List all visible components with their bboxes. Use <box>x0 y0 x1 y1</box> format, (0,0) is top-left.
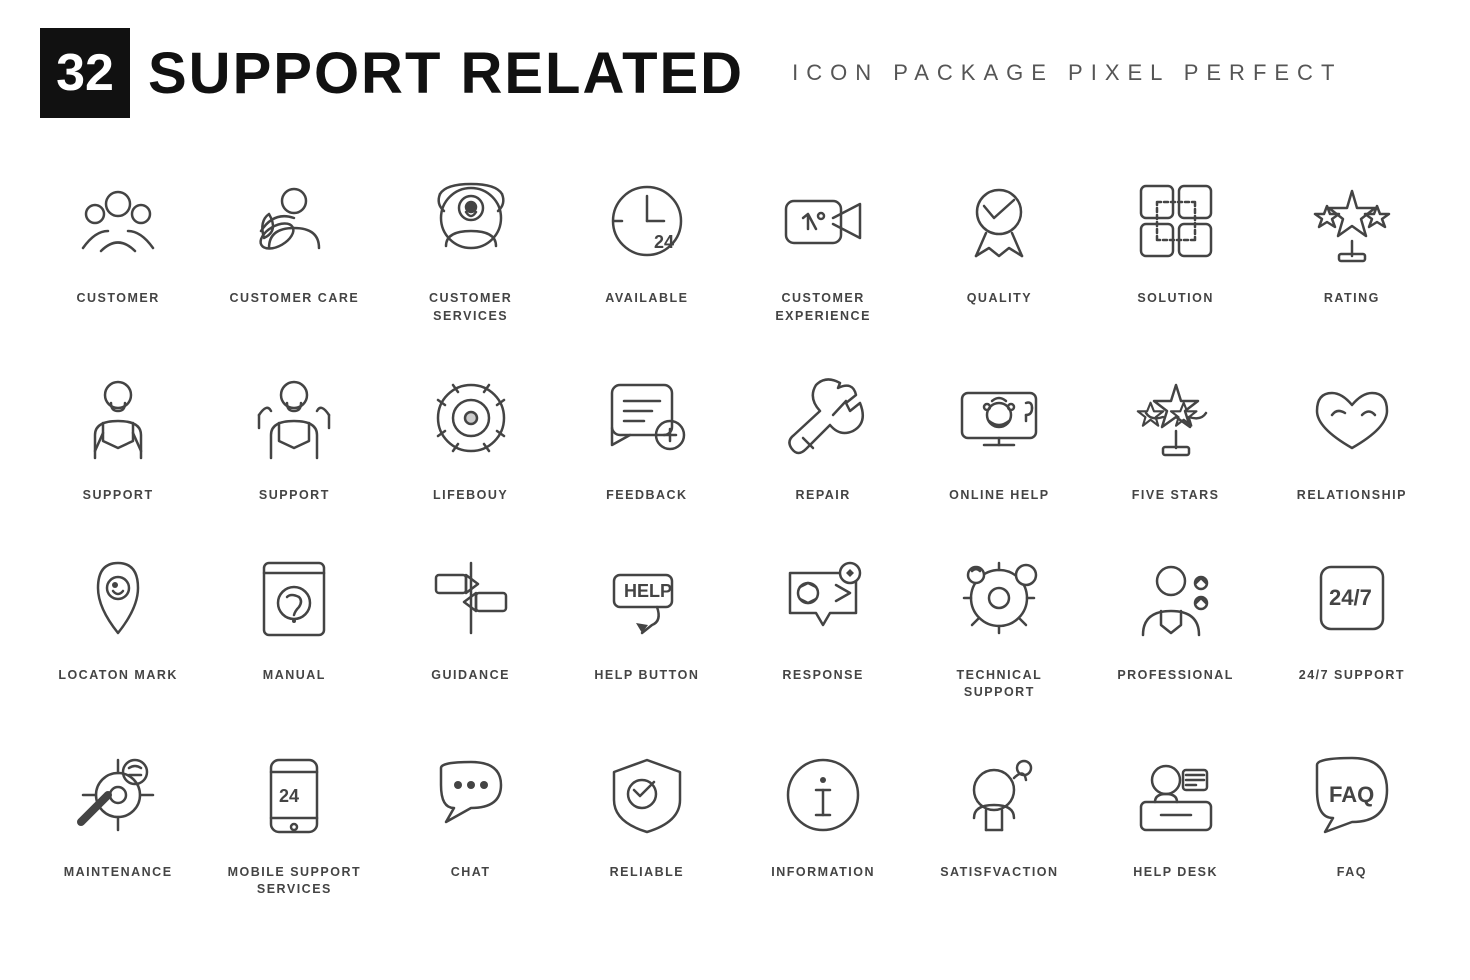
page-header: 32 SUPPORT RELATED ICON PACKAGE PIXEL PE… <box>0 0 1470 136</box>
icon-chat: CHAT <box>383 720 559 917</box>
icon-information-label: INFORMATION <box>771 864 875 882</box>
icon-support-female: SUPPORT <box>30 343 206 523</box>
icon-repair-label: REPAIR <box>795 487 850 505</box>
icon-lifebouy: LIFEBOUY <box>383 343 559 523</box>
icon-location-mark: LOCATON MARK <box>30 523 206 720</box>
icon-customer-experience: CUSTOMER EXPERIENCE <box>735 146 911 343</box>
icon-professional: PROFESSIONAL <box>1088 523 1264 720</box>
icon-customer-care: CUSTOMER CARE <box>206 146 382 343</box>
icon-maintenance-label: MAINTENANCE <box>64 864 173 882</box>
icon-technical-support: TECHNICAL SUPPORT <box>911 523 1087 720</box>
icon-feedback-label: FEEDBACK <box>606 487 687 505</box>
svg-text:HELP: HELP <box>624 581 672 601</box>
icon-247-support-label: 24/7 SUPPORT <box>1299 667 1405 685</box>
icon-guidance-label: GUIDANCE <box>431 667 510 685</box>
icon-rating-label: RATING <box>1324 290 1380 308</box>
icon-available: 24 AVAILABLE <box>559 146 735 343</box>
icon-rating: RATING <box>1264 146 1440 343</box>
svg-text:24/7: 24/7 <box>1329 585 1372 610</box>
svg-text:24: 24 <box>279 786 299 806</box>
icon-customer-services-label: CUSTOMER SERVICES <box>391 290 551 325</box>
icon-faq: FAQ FAQ <box>1264 720 1440 917</box>
icon-guidance: GUIDANCE <box>383 523 559 720</box>
icon-quality: QUALITY <box>911 146 1087 343</box>
icon-help-desk: HELP DESK <box>1088 720 1264 917</box>
icon-solution: SOLUTION <box>1088 146 1264 343</box>
icon-five-stars-label: FIVE STARS <box>1132 487 1220 505</box>
icon-support-male-label: SUPPORT <box>259 487 330 505</box>
icon-faq-label: FAQ <box>1337 864 1367 882</box>
icon-professional-label: PROFESSIONAL <box>1117 667 1234 685</box>
icon-response-label: RESPONSE <box>782 667 863 685</box>
icon-count: 32 <box>40 28 130 118</box>
icon-manual: MANUAL <box>206 523 382 720</box>
icon-lifebouy-label: LIFEBOUY <box>433 487 508 505</box>
svg-text:24: 24 <box>654 232 674 252</box>
icon-247-support: 24/7 24/7 SUPPORT <box>1264 523 1440 720</box>
icon-information: INFORMATION <box>735 720 911 917</box>
icon-help-button: HELP HELP BUTTON <box>559 523 735 720</box>
icon-satisfaction-label: SATISFVACTION <box>940 864 1058 882</box>
icon-solution-label: SOLUTION <box>1137 290 1214 308</box>
icon-grid: CUSTOMER CUSTOMER CARE <box>0 136 1470 947</box>
icon-available-label: AVAILABLE <box>605 290 688 308</box>
icon-relationship-label: RELATIONSHIP <box>1297 487 1407 505</box>
icon-chat-label: CHAT <box>451 864 491 882</box>
page-title: SUPPORT RELATED <box>148 40 744 107</box>
icon-mobile-support: 24 MOBILE SUPPORT SERVICES <box>206 720 382 917</box>
icon-customer-services: CUSTOMER SERVICES <box>383 146 559 343</box>
icon-online-help: ONLINE HELP <box>911 343 1087 523</box>
icon-customer: CUSTOMER <box>30 146 206 343</box>
icon-feedback: FEEDBACK <box>559 343 735 523</box>
icon-online-help-label: ONLINE HELP <box>949 487 1050 505</box>
icon-maintenance: MAINTENANCE <box>30 720 206 917</box>
icon-five-stars: FIVE STARS <box>1088 343 1264 523</box>
icon-manual-label: MANUAL <box>263 667 326 685</box>
icon-mobile-support-label: MOBILE SUPPORT SERVICES <box>214 864 374 899</box>
icon-support-male: SUPPORT <box>206 343 382 523</box>
icon-satisfaction: SATISFVACTION <box>911 720 1087 917</box>
icon-response: RESPONSE <box>735 523 911 720</box>
page-subtitle: ICON PACKAGE PIXEL PERFECT <box>792 60 1342 86</box>
icon-reliable-label: RELIABLE <box>610 864 685 882</box>
icon-customer-label: CUSTOMER <box>76 290 159 308</box>
icon-location-mark-label: LOCATON MARK <box>58 667 178 685</box>
icon-help-desk-label: HELP DESK <box>1133 864 1218 882</box>
icon-relationship: RELATIONSHIP <box>1264 343 1440 523</box>
icon-customer-experience-label: CUSTOMER EXPERIENCE <box>743 290 903 325</box>
icon-repair: REPAIR <box>735 343 911 523</box>
icon-support-female-label: SUPPORT <box>83 487 154 505</box>
svg-text:FAQ: FAQ <box>1329 782 1374 807</box>
icon-customer-care-label: CUSTOMER CARE <box>230 290 360 308</box>
icon-reliable: RELIABLE <box>559 720 735 917</box>
icon-quality-label: QUALITY <box>967 290 1032 308</box>
icon-help-button-label: HELP BUTTON <box>594 667 699 685</box>
icon-technical-support-label: TECHNICAL SUPPORT <box>919 667 1079 702</box>
